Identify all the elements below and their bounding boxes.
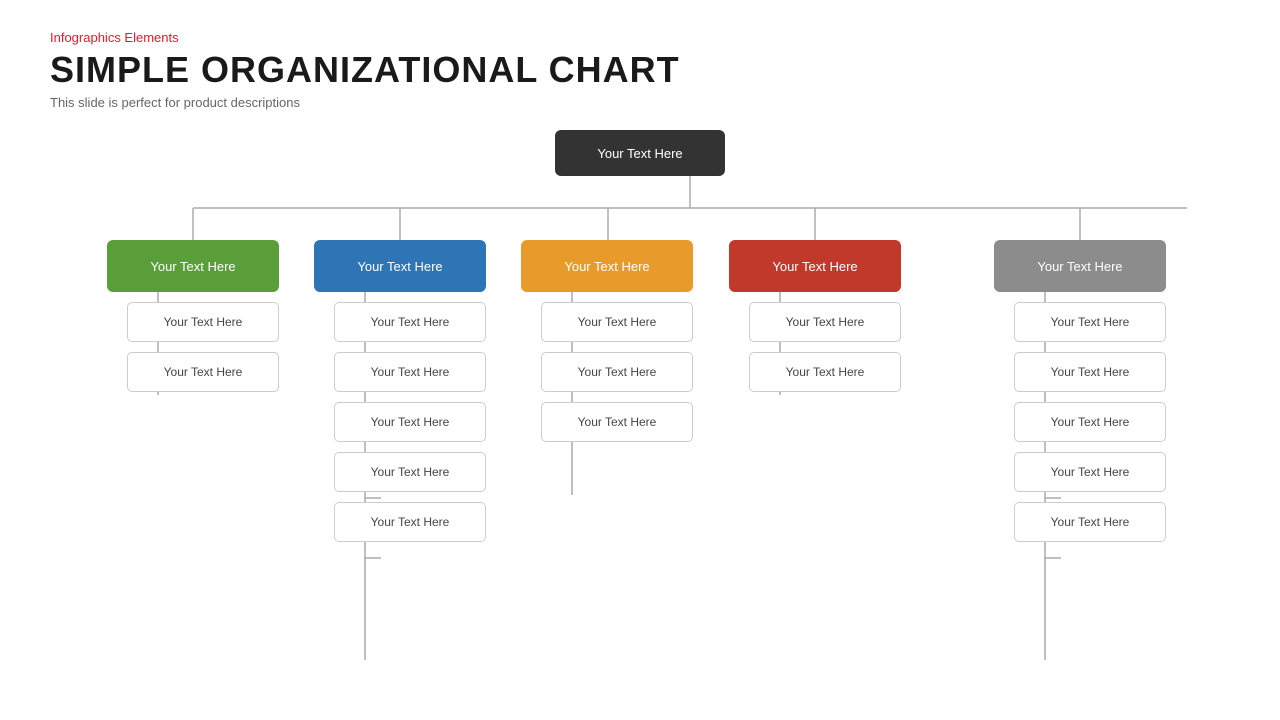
- col1-header: Your Text Here: [107, 240, 279, 292]
- page: Infographics Elements SIMPLE ORGANIZATIO…: [0, 0, 1280, 720]
- col3-child-1: Your Text Here: [541, 302, 693, 342]
- col3-header: Your Text Here: [521, 240, 693, 292]
- main-title: SIMPLE ORGANIZATIONAL CHART: [50, 49, 1230, 91]
- col1-children: Your Text Here Your Text Here: [127, 302, 279, 392]
- col2-child-1: Your Text Here: [334, 302, 486, 342]
- col5-header-label: Your Text Here: [1037, 259, 1122, 274]
- root-node: Your Text Here: [555, 130, 725, 176]
- col1-child-1: Your Text Here: [127, 302, 279, 342]
- col5-child-4: Your Text Here: [1014, 452, 1166, 492]
- col3-children: Your Text Here Your Text Here Your Text …: [541, 302, 693, 442]
- column-3: Your Text Here Your Text Here Your Text …: [521, 240, 693, 442]
- column-5: Your Text Here Your Text Here Your Text …: [994, 240, 1166, 542]
- col5-header: Your Text Here: [994, 240, 1166, 292]
- col5-child-2: Your Text Here: [1014, 352, 1166, 392]
- col4-child-1: Your Text Here: [749, 302, 901, 342]
- col5-child-5: Your Text Here: [1014, 502, 1166, 542]
- col2-child-2: Your Text Here: [334, 352, 486, 392]
- col2-child-5: Your Text Here: [334, 502, 486, 542]
- col2-children: Your Text Here Your Text Here Your Text …: [334, 302, 486, 542]
- column-2: Your Text Here Your Text Here Your Text …: [314, 240, 486, 542]
- col5-child-3: Your Text Here: [1014, 402, 1166, 442]
- col1-header-label: Your Text Here: [150, 259, 235, 274]
- col3-child-3: Your Text Here: [541, 402, 693, 442]
- col2-child-3: Your Text Here: [334, 402, 486, 442]
- chart-area: Your Text Here: [50, 130, 1230, 660]
- subtitle: This slide is perfect for product descri…: [50, 95, 1230, 110]
- header-tag: Infographics Elements: [50, 30, 1230, 45]
- col4-header: Your Text Here: [729, 240, 901, 292]
- col1-child-2: Your Text Here: [127, 352, 279, 392]
- col4-children: Your Text Here Your Text Here: [749, 302, 901, 392]
- col4-child-2: Your Text Here: [749, 352, 901, 392]
- col3-header-label: Your Text Here: [564, 259, 649, 274]
- col3-child-2: Your Text Here: [541, 352, 693, 392]
- column-4: Your Text Here Your Text Here Your Text …: [729, 240, 901, 392]
- col2-header-label: Your Text Here: [357, 259, 442, 274]
- col5-child-1: Your Text Here: [1014, 302, 1166, 342]
- col4-header-label: Your Text Here: [772, 259, 857, 274]
- col2-header: Your Text Here: [314, 240, 486, 292]
- column-1: Your Text Here Your Text Here Your Text …: [107, 240, 279, 392]
- col2-child-4: Your Text Here: [334, 452, 486, 492]
- root-label: Your Text Here: [597, 146, 682, 161]
- col5-children: Your Text Here Your Text Here Your Text …: [1014, 302, 1166, 542]
